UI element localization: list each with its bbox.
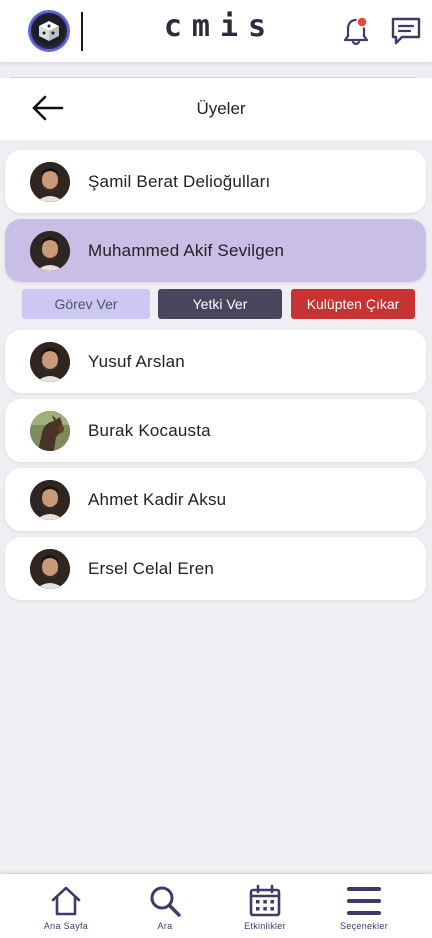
grant-permission-button[interactable]: Yetki Ver xyxy=(158,289,282,319)
member-name: Yusuf Arslan xyxy=(88,352,185,371)
man-portrait-icon xyxy=(30,342,70,382)
member-avatar xyxy=(30,342,70,382)
member-card[interactable]: Ahmet Kadir Aksu xyxy=(5,468,426,531)
member-avatar xyxy=(30,480,70,520)
messages-icon[interactable] xyxy=(390,16,422,46)
member-card[interactable]: Ersel Celal Eren xyxy=(5,537,426,600)
nav-events-label: Etkinlikler xyxy=(244,921,286,931)
calendar-icon xyxy=(249,884,281,917)
member-name: Ersel Celal Eren xyxy=(88,559,215,578)
notification-bell-icon[interactable] xyxy=(340,16,372,48)
assign-role-button[interactable]: Görev Ver xyxy=(22,289,150,319)
nav-events[interactable]: Etkinlikler xyxy=(220,874,310,938)
man-portrait-icon xyxy=(30,549,70,589)
member-name: Ahmet Kadir Aksu xyxy=(88,490,227,509)
member-actions: Görev Ver Yetki Ver Kulüpten Çıkar xyxy=(0,289,432,319)
page-title: Üyeler xyxy=(196,99,246,118)
nav-home-label: Ana Sayfa xyxy=(43,921,89,931)
nav-search-label: Ara xyxy=(157,921,173,931)
member-avatar xyxy=(30,411,70,451)
member-card[interactable]: Burak Kocausta xyxy=(5,399,426,462)
member-card[interactable]: Şamil Berat Delioğulları xyxy=(5,150,426,213)
member-name: Şamil Berat Delioğulları xyxy=(88,172,271,191)
horse-photo-icon xyxy=(30,411,70,451)
nav-search[interactable]: Ara xyxy=(120,874,210,938)
member-avatar xyxy=(30,549,70,589)
man-portrait-icon xyxy=(30,480,70,520)
remove-from-club-button[interactable]: Kulüpten Çıkar xyxy=(291,289,415,319)
home-icon xyxy=(51,886,81,916)
bottom-navigation: Ana Sayfa Ara Etkinlikler Seçenekler xyxy=(0,874,432,938)
member-avatar xyxy=(30,231,70,271)
member-name: Burak Kocausta xyxy=(88,421,211,440)
search-icon xyxy=(150,886,181,917)
member-avatar xyxy=(30,162,70,202)
nav-options-label: Seçenekler xyxy=(339,921,389,931)
member-card[interactable]: Yusuf Arslan xyxy=(5,330,426,393)
nav-options[interactable]: Seçenekler xyxy=(319,874,409,938)
top-app-bar: cmis xyxy=(0,0,432,62)
member-card-selected[interactable]: Muhammed Akif Sevilgen xyxy=(5,219,426,282)
menu-icon xyxy=(347,887,381,915)
man-portrait-icon xyxy=(30,231,70,271)
member-name: Muhammed Akif Sevilgen xyxy=(88,241,285,260)
nav-home[interactable]: Ana Sayfa xyxy=(21,874,111,938)
man-portrait-icon xyxy=(30,162,70,202)
